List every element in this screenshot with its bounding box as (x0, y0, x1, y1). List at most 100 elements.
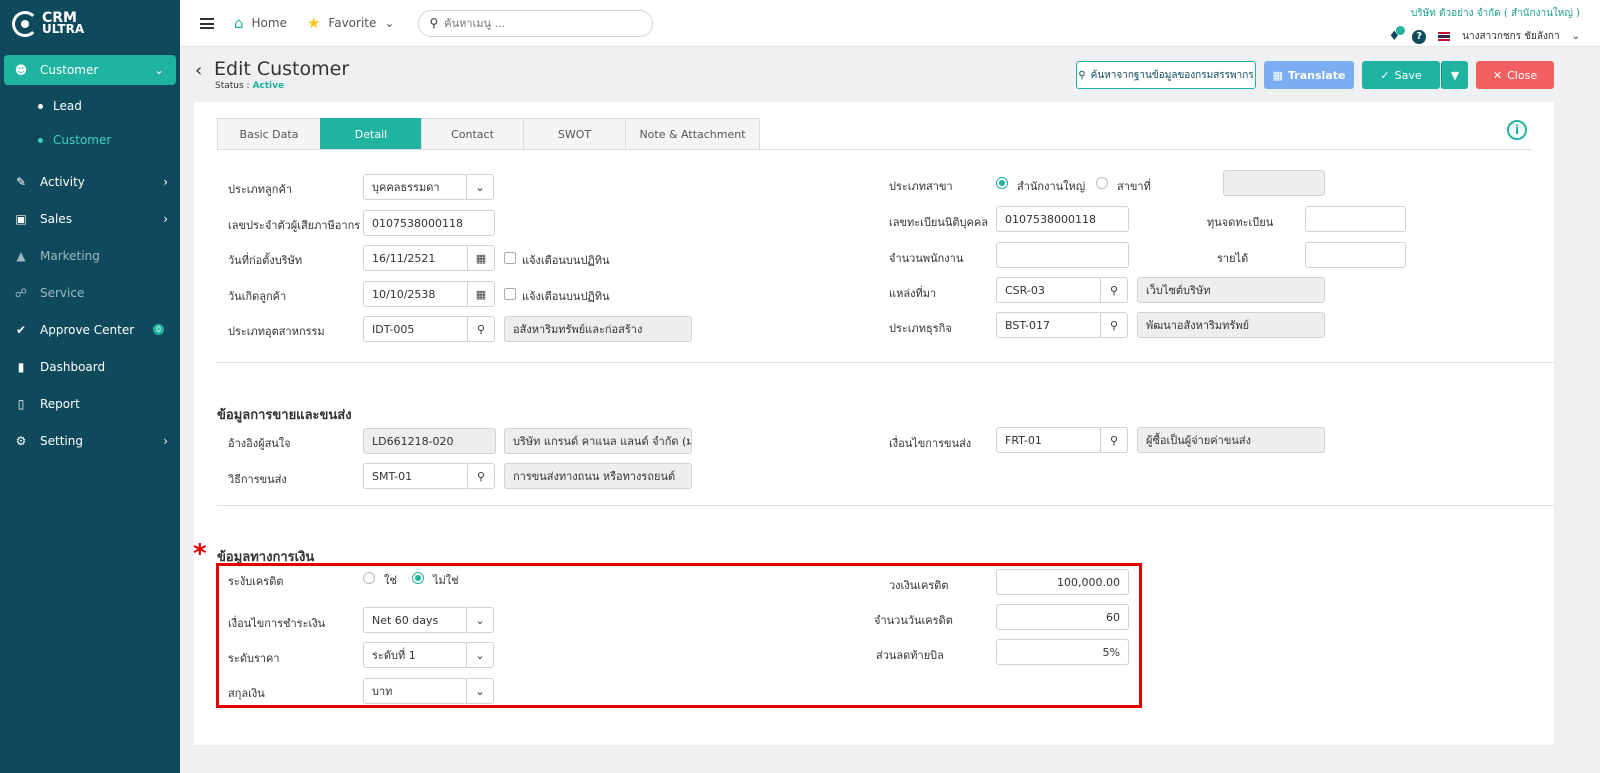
sidebar-subitem-customer[interactable]: Customer (0, 123, 180, 157)
hold-credit-yes-radio[interactable] (363, 572, 375, 584)
sidebar-item-activity[interactable]: ✎ Activity › (0, 163, 180, 200)
logo-icon (12, 10, 38, 37)
chevron-right-icon: › (163, 211, 168, 226)
sidebar-item-customer[interactable]: ☻ Customer ⌄ (4, 55, 176, 85)
info-icon[interactable]: i (1507, 120, 1527, 140)
source-code-field[interactable]: CSR-03 (996, 277, 1101, 303)
discount-field[interactable]: 5% (996, 639, 1129, 665)
sidebar-item-approve-center[interactable]: ✔ Approve Center 0 (0, 311, 180, 348)
search-revenue-db-label: ค้นหาจากฐานข้อมูลของกรมสรรพากร (1090, 69, 1254, 81)
sidebar-subitem-lead[interactable]: Lead (0, 89, 180, 123)
menu-search-input[interactable] (444, 16, 635, 30)
revenue-field[interactable] (1305, 242, 1406, 268)
search-icon[interactable]: ⚲ (1100, 277, 1128, 303)
search-icon[interactable]: ⚲ (1100, 427, 1128, 453)
menu-search-box[interactable]: ⚲ (418, 9, 654, 37)
search-icon[interactable]: ⚲ (467, 463, 495, 489)
sidebar-item-service[interactable]: ☍ Service (0, 274, 180, 311)
price-level-label: ระดับราคา (228, 652, 280, 665)
payment-term-select[interactable]: Net 60 days (363, 607, 467, 633)
calendar-icon[interactable]: ▦ (467, 245, 495, 271)
chevron-down-icon: ⌄ (153, 63, 164, 77)
topbar: ⌂ Home ★ Favorite ⌄ ⚲ บริษัท ตัวอย่าง จำ… (180, 0, 1600, 47)
save-button[interactable]: ✓ Save (1362, 61, 1440, 89)
sidebar-item-setting[interactable]: ⚙ Setting › (0, 422, 180, 459)
logo-line2: ULTRA (42, 21, 85, 36)
tab-swot[interactable]: SWOT (523, 118, 625, 150)
credit-limit-field[interactable]: 100,000.00 (996, 569, 1129, 595)
users-icon: ☻ (14, 63, 28, 77)
chat-icon: ✎ (15, 174, 27, 189)
currency-select[interactable]: บาท (363, 678, 467, 704)
back-arrow-icon[interactable]: ‹ (195, 60, 202, 81)
industry-name-field: อสังหาริมทรัพย์และก่อสร้าง (504, 316, 692, 342)
close-button[interactable]: ✕ Close (1476, 61, 1554, 89)
price-level-select[interactable]: ระดับที่ 1 (363, 642, 467, 668)
favorite-dropdown[interactable]: ★ Favorite ⌄ (307, 14, 394, 32)
user-name[interactable]: นางสาวกชกร ชัยลังกา (1462, 29, 1559, 44)
hold-credit-no-radio[interactable] (412, 572, 424, 584)
save-dropdown-button[interactable]: ▼ (1441, 61, 1468, 89)
file-icon: ▯ (17, 396, 25, 411)
bell-icon[interactable]: ♦ (1389, 26, 1406, 44)
customer-type-select[interactable]: บุคคลธรรมดา (363, 174, 467, 200)
founded-date-field[interactable]: 16/11/2521 (363, 245, 468, 271)
hamburger-menu-icon[interactable] (200, 17, 214, 29)
remind-label: แจ้งเตือนบนปฏิทิน (522, 254, 610, 267)
favorite-label: Favorite (328, 16, 377, 30)
capital-field[interactable] (1305, 206, 1406, 232)
thai-flag-icon[interactable] (1438, 32, 1451, 41)
chevron-down-icon[interactable]: ⌄ (466, 678, 494, 704)
search-icon[interactable]: ⚲ (467, 316, 495, 342)
search-icon[interactable]: ⚲ (1100, 312, 1128, 338)
app-logo[interactable]: CRM ULTRA (0, 0, 180, 47)
search-revenue-db-button[interactable]: ⚲ ค้นหาจากฐานข้อมูลของกรมสรรพากร (1076, 61, 1256, 89)
chevron-down-icon[interactable]: ⌄ (466, 607, 494, 633)
remind-birthday-checkbox[interactable] (504, 288, 516, 300)
ship-method-code-field[interactable]: SMT-01 (363, 463, 468, 489)
remind-label: แจ้งเตือนบนปฏิทิน (522, 290, 610, 303)
calendar-icon[interactable]: ▦ (467, 281, 495, 307)
translate-button[interactable]: ▦ Translate (1264, 61, 1354, 89)
chevron-right-icon: › (163, 174, 168, 189)
chevron-down-icon[interactable]: ⌄ (1572, 31, 1580, 42)
lead-ref-code-field: LD661218-020 (363, 428, 496, 454)
revenue-label: รายได้ (1217, 252, 1249, 265)
sidebar-item-label: Report (40, 396, 80, 411)
branch-hq-radio[interactable] (996, 177, 1008, 189)
employees-field[interactable] (996, 242, 1129, 268)
search-icon: ⚲ (1078, 69, 1086, 81)
sidebar-item-sales[interactable]: ▣ Sales › (0, 200, 180, 237)
company-name[interactable]: บริษัท ตัวอย่าง จำกัด ( สำนักงานใหญ่ ) (1389, 6, 1580, 21)
tab-contact[interactable]: Contact (421, 118, 523, 150)
remind-founded-checkbox[interactable] (504, 252, 516, 264)
sidebar-item-report[interactable]: ▯ Report (0, 385, 180, 422)
credit-days-field[interactable]: 60 (996, 604, 1129, 630)
tab-basic-data[interactable]: Basic Data (217, 118, 320, 150)
ship-term-code-field[interactable]: FRT-01 (996, 427, 1101, 453)
no-label: ไม่ใช่ (433, 574, 459, 587)
approve-count-badge: 0 (153, 324, 164, 335)
branch-sub-radio[interactable] (1096, 177, 1108, 189)
sidebar-item-marketing[interactable]: ▲ Marketing (0, 237, 180, 274)
tab-detail[interactable]: Detail (320, 118, 421, 150)
tab-note-attachment[interactable]: Note & Attachment (625, 118, 760, 150)
reg-no-field[interactable]: 0107538000118 (996, 206, 1129, 232)
status-line: Status : Active (215, 81, 284, 91)
sidebar-item-dashboard[interactable]: ▮ Dashboard (0, 348, 180, 385)
check-icon: ✔ (15, 322, 27, 337)
ship-method-label: วิธีการขนส่ง (228, 473, 287, 486)
chevron-right-icon: › (163, 433, 168, 448)
business-code-field[interactable]: BST-017 (996, 312, 1101, 338)
ship-method-name-field: การขนส่งทางถนน หรือทางรถยนต์ (504, 463, 692, 489)
search-icon: ⚲ (429, 16, 439, 30)
birthday-field[interactable]: 10/10/2538 (363, 281, 468, 307)
chevron-down-icon[interactable]: ⌄ (466, 642, 494, 668)
credit-days-label: จำนวนวันเครดิต (874, 614, 953, 627)
industry-code-field[interactable]: IDT-005 (363, 316, 468, 342)
home-link[interactable]: ⌂ Home (234, 14, 287, 32)
help-icon[interactable]: ? (1412, 29, 1427, 44)
chevron-down-icon[interactable]: ⌄ (466, 174, 494, 200)
tax-id-field[interactable]: 0107538000118 (363, 210, 495, 236)
source-label: แหล่งที่มา (889, 287, 937, 300)
